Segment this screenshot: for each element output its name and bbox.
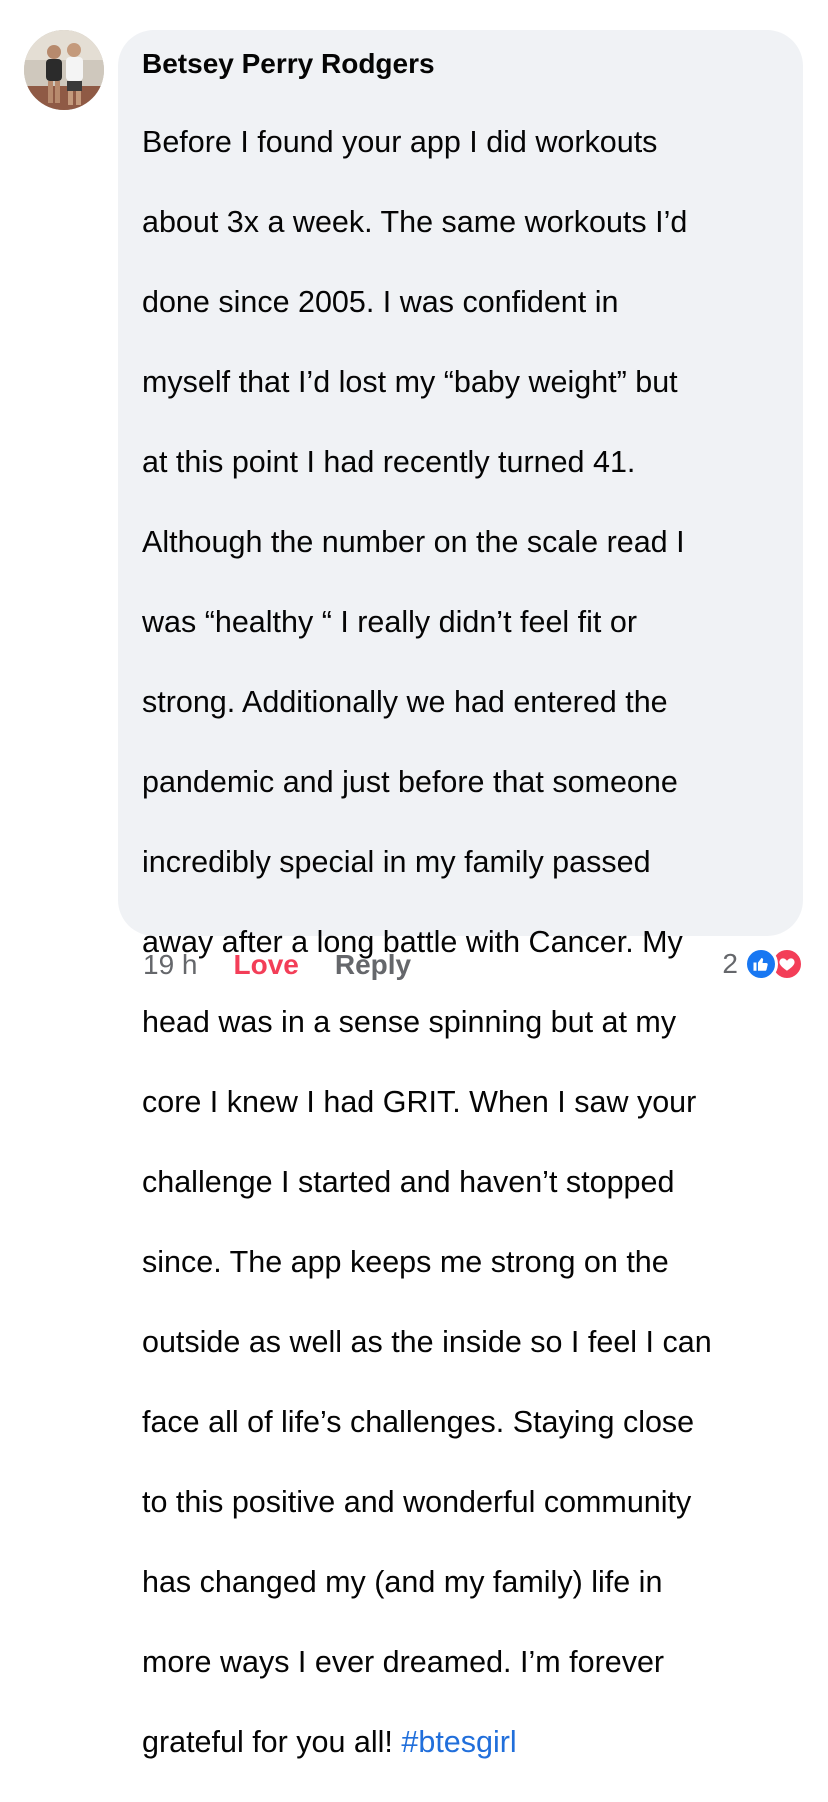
comment-line: head was in a sense spinning but at my (142, 1005, 677, 1039)
comment-line: about 3x a week. The same workouts I’d (142, 205, 688, 239)
comment-last-line: grateful for you all! #btesgirl (142, 1722, 779, 1762)
comment-line: pandemic and just before that someone (142, 765, 678, 799)
comment-line: done since 2005. I was confident in (142, 285, 619, 319)
avatar[interactable] (24, 30, 104, 110)
avatar-photo (24, 30, 104, 110)
comment-body: Before I found your app I did workouts a… (142, 82, 779, 1802)
comment-line: since. The app keeps me strong on the (142, 1245, 669, 1279)
like-icon (744, 947, 778, 981)
comment-line: Although the number on the scale read I (142, 525, 685, 559)
comment-line: myself that I’d lost my “baby weight” bu… (142, 365, 678, 399)
comment-line: core I knew I had GRIT. When I saw your (142, 1085, 697, 1119)
comment-line: strong. Additionally we had entered the (142, 685, 668, 719)
comment-bubble: Betsey Perry Rodgers Before I found your… (118, 30, 803, 1759)
comment-line: more ways I ever dreamed. I’m forever (142, 1645, 665, 1679)
comment-line: was “healthy “ I really didn’t feel fit … (142, 605, 637, 639)
comment-actions: 19 h Love Reply (143, 945, 411, 985)
hashtag-link[interactable]: #btesgirl (401, 1725, 516, 1759)
comment-line: face all of life’s challenges. Staying c… (142, 1405, 695, 1439)
comment-line: challenge I started and haven’t stopped (142, 1165, 675, 1199)
comment-line: to this positive and wonderful community (142, 1485, 692, 1519)
reaction-summary[interactable]: 2 (722, 944, 804, 984)
reaction-count: 2 (722, 948, 738, 979)
comment-line: Before I found your app I did workouts (142, 125, 658, 159)
comment-line: outside as well as the inside so I feel … (142, 1325, 712, 1359)
love-button[interactable]: Love (234, 949, 299, 981)
reply-button[interactable]: Reply (335, 949, 411, 981)
comment-author[interactable]: Betsey Perry Rodgers (142, 46, 779, 82)
comment-line: incredibly special in my family passed (142, 845, 651, 879)
comment-timestamp[interactable]: 19 h (143, 949, 198, 981)
comment-line: has changed my (and my family) life in (142, 1565, 663, 1599)
comment-line: at this point I had recently turned 41. (142, 445, 636, 479)
comment-line-text: grateful for you all! (142, 1725, 402, 1759)
